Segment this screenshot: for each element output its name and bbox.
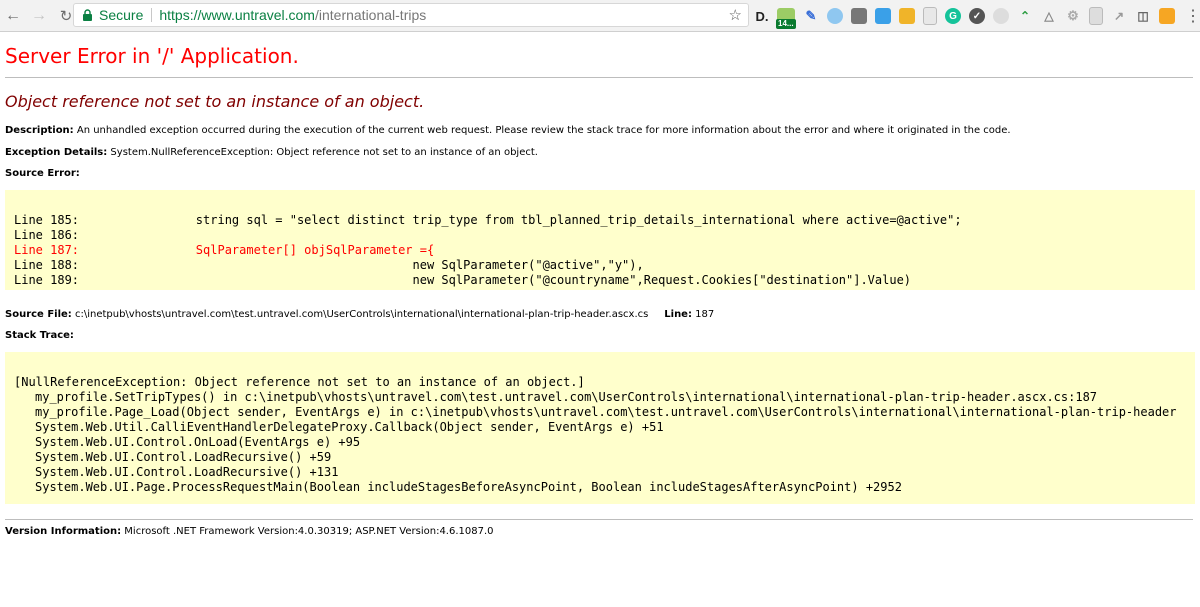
source-line-error: Line 187: SqlParameter[] objSqlParameter… [14,243,434,257]
extension-badge-icon[interactable]: 14... [776,8,796,29]
extension-arrow-icon[interactable]: ↗ [1111,8,1127,24]
stack-trace-label: Stack Trace: [5,330,74,341]
extension-owl-icon[interactable] [1159,8,1175,24]
line-code: string sql = "select distinct trip_type … [138,213,962,227]
lock-icon [82,8,94,22]
source-error-label: Source Error: [5,168,80,179]
extension-doc-icon[interactable] [923,7,937,25]
pocket-icon[interactable]: ✓ [969,8,985,24]
stack-trace-line: System.Web.UI.Control.LoadRecursive() +1… [35,465,339,479]
forward-arrow-icon[interactable]: → [29,6,49,26]
extension-face-icon[interactable] [899,8,915,24]
stack-trace-line: my_profile.Page_Load(Object sender, Even… [35,405,1177,419]
line-value: 187 [691,309,715,320]
source-line: Line 186: [14,228,138,242]
extension-gear-icon[interactable]: ⚙ [1065,8,1081,24]
stack-trace-line: my_profile.SetTripTypes() in c:\inetpub\… [35,390,1098,404]
extension-gray-icon[interactable] [851,8,867,24]
source-file-path: c:\inetpub\vhosts\untravel.com\test.untr… [71,309,649,320]
extension-window-icon[interactable] [875,8,891,24]
line-code: new SqlParameter("@active","y"), [138,258,644,272]
source-line: Line 185: string sql = "select distinct … [14,213,962,227]
exception-details-row: Exception Details: System.NullReferenceE… [5,147,538,158]
cast-icon[interactable]: ◫ [1135,8,1151,24]
stack-trace-line: System.Web.Util.CalliEventHandlerDelegat… [35,420,664,434]
grammarly-icon[interactable]: G [945,8,961,24]
extension-badge-count: 14... [776,19,796,29]
extension-grid-icon[interactable] [1089,7,1103,25]
exception-label: Exception Details: [5,147,108,158]
source-line: Line 188: new SqlParameter("@active","y"… [14,258,644,272]
description-row: Description: An unhandled exception occu… [5,125,1011,136]
url-host: https://www.untravel.com [159,7,315,23]
source-error-heading: Source Error: [5,168,80,179]
stack-trace-heading: Stack Trace: [5,330,74,341]
title-divider [5,77,1193,78]
bookmark-star-icon[interactable]: ☆ [729,6,742,24]
line-number: Line 185: [14,213,80,227]
browser-toolbar: ← → ↻ Secure https://www.untravel.com/in… [0,0,1200,32]
omnibox-divider [151,8,153,22]
source-file-label: Source File: [5,309,72,320]
stack-trace-line: [NullReferenceException: Object referenc… [14,375,585,389]
secure-label: Secure [99,7,144,23]
address-bar[interactable]: Secure https://www.untravel.com/internat… [73,3,749,27]
version-label: Version Information: [5,526,122,537]
back-arrow-icon[interactable]: ← [3,6,23,26]
url-path: /international-trips [314,7,427,23]
stack-trace-block: [NullReferenceException: Object referenc… [5,352,1195,504]
source-code-block: Line 185: string sql = "select distinct … [5,190,1195,290]
source-line: Line 189: new SqlParameter("@countryname… [14,273,911,287]
line-number: Line 188: [14,258,80,272]
source-file-row: Source File: c:\inetpub\vhosts\untravel.… [5,309,714,320]
line-label: Line: [664,309,692,320]
error-message: Object reference not set to an instance … [5,92,425,111]
line-number: Line 189: [14,273,80,287]
description-label: Description: [5,125,74,136]
line-code: SqlParameter[] objSqlParameter ={ [138,243,435,257]
version-text: Microsoft .NET Framework Version:4.0.303… [121,526,494,537]
footer-divider [5,519,1193,520]
stack-trace-line: System.Web.UI.Control.OnLoad(EventArgs e… [35,435,361,449]
extension-blue-circle-icon[interactable] [827,8,843,24]
extension-link-icon[interactable] [993,8,1009,24]
extensions-bar: D. 14... ✎ G ✓ ⌃ △ ⚙ ↗ ◫ ⋮ [755,5,1200,29]
eyedropper-icon[interactable]: ✎ [803,8,819,24]
menu-dots-icon[interactable]: ⋮ [1185,6,1200,26]
line-number: Line 186: [14,228,80,242]
exception-text: System.NullReferenceException: Object re… [107,147,538,158]
extension-d-icon[interactable]: D. [755,8,769,24]
extension-chart-icon[interactable]: ⌃ [1017,8,1033,24]
description-text: An unhandled exception occurred during t… [73,125,1011,136]
stack-trace-line: System.Web.UI.Control.LoadRecursive() +5… [35,450,332,464]
line-code: new SqlParameter("@countryname",Request.… [138,273,912,287]
version-info-row: Version Information: Microsoft .NET Fram… [5,526,494,537]
page-title: Server Error in '/' Application. [5,44,299,68]
stack-trace-line: System.Web.UI.Page.ProcessRequestMain(Bo… [35,480,902,494]
extension-drive-icon[interactable]: △ [1041,8,1057,24]
line-number: Line 187: [14,243,80,257]
